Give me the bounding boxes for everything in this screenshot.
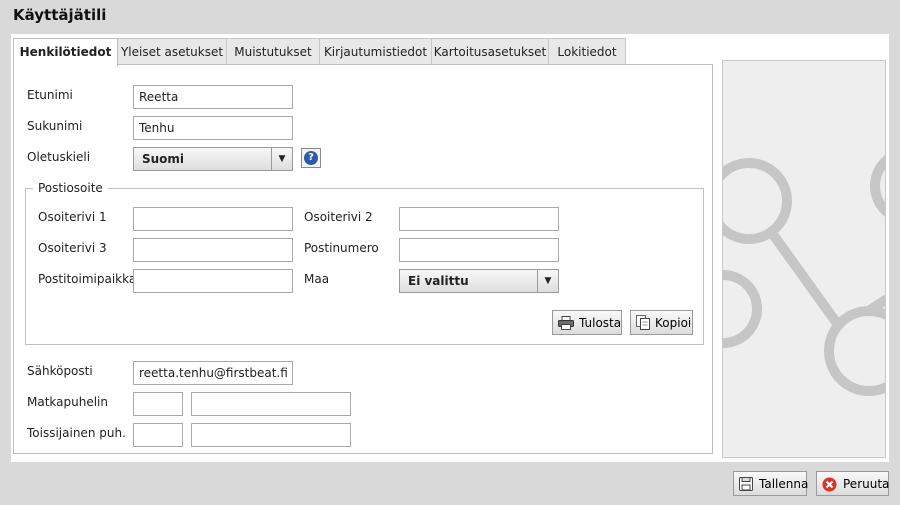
tab-label: Kirjautumistiedot: [323, 45, 428, 59]
copy-label: Kopioi: [655, 316, 692, 330]
country-select[interactable]: Ei valittu ▼: [399, 269, 559, 293]
secondary-phone-prefix-input[interactable]: [133, 423, 183, 447]
copy-button[interactable]: Kopioi: [630, 310, 693, 335]
postcode-label: Postinumero: [304, 241, 379, 255]
copy-icon: [636, 315, 650, 330]
save-button[interactable]: Tallenna: [733, 471, 809, 496]
print-button[interactable]: Tulosta: [552, 310, 622, 335]
decorative-side-panel: [722, 60, 886, 458]
tab-login-info[interactable]: Kirjautumistiedot: [319, 38, 432, 64]
tab-label: Yleiset asetukset: [120, 45, 224, 59]
mobile-label: Matkapuhelin: [27, 395, 108, 409]
chevron-down-icon: ▼: [271, 148, 292, 170]
last-name-label: Sukunimi: [27, 119, 83, 133]
address-line2-input[interactable]: [399, 207, 559, 231]
city-input[interactable]: [133, 269, 293, 293]
email-input[interactable]: [133, 361, 293, 385]
city-label: Postitoimipaikka: [38, 272, 137, 286]
cancel-label: Peruuta: [843, 477, 890, 491]
tab-label: Muistutukset: [234, 45, 312, 59]
language-select[interactable]: Suomi ▼: [133, 147, 293, 171]
secondary-phone-number-input[interactable]: [191, 423, 351, 447]
tab-assessment-settings[interactable]: Kartoitusasetukset: [431, 38, 549, 64]
tab-personal-info[interactable]: Henkilötiedot: [13, 38, 118, 66]
address-legend: Postiosoite: [33, 181, 108, 195]
tab-label: Lokitiedot: [557, 45, 617, 59]
tab-label: Henkilötiedot: [19, 45, 112, 59]
secondary-phone-label: Toissijainen puh.: [27, 426, 126, 440]
first-name-label: Etunimi: [27, 88, 73, 102]
floppy-disk-icon: [739, 477, 753, 491]
last-name-input[interactable]: [133, 116, 293, 140]
tab-label: Kartoitusasetukset: [433, 45, 547, 59]
address-line1-label: Osoiterivi 1: [38, 210, 107, 224]
printer-icon: [558, 316, 574, 330]
dialog-title: Käyttäjätili: [13, 6, 107, 24]
tab-log-info[interactable]: Lokitiedot: [548, 38, 626, 64]
help-icon: ?: [304, 151, 318, 165]
postcode-input[interactable]: [399, 238, 559, 262]
address-line3-label: Osoiterivi 3: [38, 241, 107, 255]
email-label: Sähköposti: [27, 364, 93, 378]
print-label: Tulosta: [579, 316, 622, 330]
network-graphic: [723, 155, 885, 396]
first-name-input[interactable]: [133, 85, 293, 109]
mobile-number-input[interactable]: [191, 392, 351, 416]
language-label: Oletuskieli: [27, 150, 91, 164]
save-label: Tallenna: [759, 477, 809, 491]
country-value: Ei valittu: [408, 274, 469, 288]
tab-reminders[interactable]: Muistutukset: [226, 38, 320, 64]
cancel-icon: [822, 477, 837, 492]
address-line1-input[interactable]: [133, 207, 293, 231]
mobile-prefix-input[interactable]: [133, 392, 183, 416]
tab-general-settings[interactable]: Yleiset asetukset: [117, 38, 227, 64]
help-button[interactable]: ?: [301, 148, 321, 168]
address-line2-label: Osoiterivi 2: [304, 210, 373, 224]
address-line3-input[interactable]: [133, 238, 293, 262]
language-value: Suomi: [142, 152, 185, 166]
user-account-dialog: Käyttäjätili Henkilötiedot Yleiset asetu…: [0, 0, 900, 505]
country-label: Maa: [304, 272, 330, 286]
chevron-down-icon: ▼: [537, 270, 558, 292]
cancel-button[interactable]: Peruuta: [816, 471, 889, 496]
